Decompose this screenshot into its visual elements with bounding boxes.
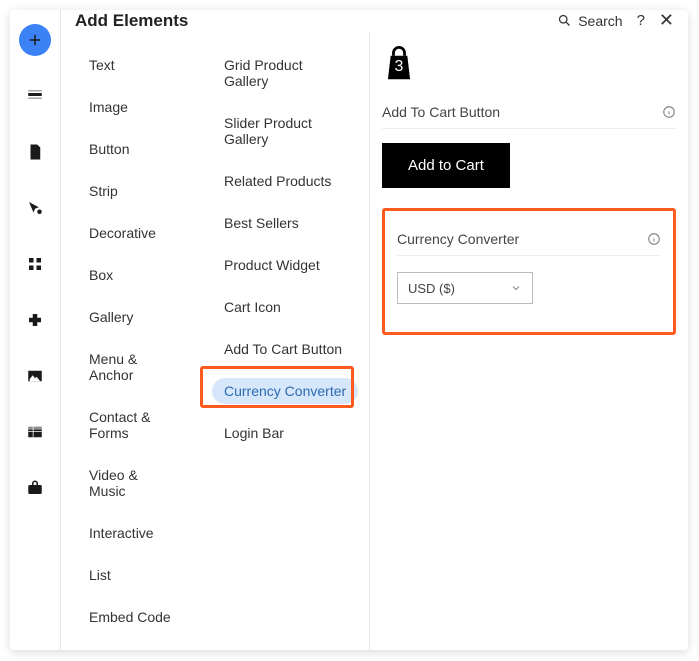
subitem-label: Cart Icon	[212, 294, 293, 320]
cc-preview-title: Currency Converter	[397, 231, 519, 247]
subitem-label: Currency Converter	[212, 378, 358, 404]
business-icon[interactable]	[19, 472, 51, 504]
category-label: Box	[77, 262, 125, 288]
subitem-label: Best Sellers	[212, 210, 311, 236]
category-label: Image	[77, 94, 140, 120]
subitem-login-bar[interactable]: Login Bar	[204, 412, 369, 454]
bag-count: 3	[382, 58, 416, 76]
subcategory-list: Grid Product Gallery Slider Product Galle…	[204, 32, 369, 650]
category-label: Interactive	[77, 520, 166, 546]
subitem-product-widget[interactable]: Product Widget	[204, 244, 369, 286]
add-button[interactable]	[19, 24, 51, 56]
preview-pane: 3 Add To Cart Button Add to Cart Currenc…	[369, 32, 688, 650]
close-button[interactable]: ✕	[659, 10, 674, 31]
media-icon[interactable]	[19, 360, 51, 392]
category-item-video-music[interactable]: Video & Music	[61, 454, 204, 512]
category-label: Button	[77, 136, 141, 162]
category-label: Contact & Forms	[77, 404, 188, 446]
search-label: Search	[578, 13, 622, 29]
subitem-label: Related Products	[212, 168, 343, 194]
info-icon[interactable]	[662, 105, 676, 119]
page-icon[interactable]	[19, 136, 51, 168]
subitem-slider-product-gallery[interactable]: Slider Product Gallery	[204, 102, 369, 160]
category-item-menu-anchor[interactable]: Menu & Anchor	[61, 338, 204, 396]
category-item-contact-forms[interactable]: Contact & Forms	[61, 396, 204, 454]
subitem-related-products[interactable]: Related Products	[204, 160, 369, 202]
currency-select[interactable]: USD ($)	[397, 272, 533, 304]
panel-title: Add Elements	[75, 11, 557, 31]
category-list: Text Image Button Strip Decorative Box Gallery…	[61, 32, 204, 650]
search-button[interactable]: Search	[557, 13, 622, 29]
subitem-best-sellers[interactable]: Best Sellers	[204, 202, 369, 244]
category-item-button[interactable]: Button	[61, 128, 204, 170]
data-icon[interactable]	[19, 416, 51, 448]
currency-converter-preview: Currency Converter USD ($)	[382, 208, 676, 335]
panel-header: Add Elements Search ? ✕	[61, 10, 688, 32]
subitem-grid-product-gallery[interactable]: Grid Product Gallery	[204, 44, 369, 102]
subitem-cart-icon[interactable]: Cart Icon	[204, 286, 369, 328]
subitem-label: Slider Product Gallery	[212, 110, 361, 152]
info-icon[interactable]	[647, 232, 661, 246]
sections-icon[interactable]	[19, 80, 51, 112]
category-label: Social	[77, 646, 139, 650]
category-label: Strip	[77, 178, 130, 204]
category-label: Gallery	[77, 304, 145, 330]
category-item-gallery[interactable]: Gallery	[61, 296, 204, 338]
subitem-currency-converter[interactable]: Currency Converter	[204, 370, 369, 412]
design-icon[interactable]	[19, 192, 51, 224]
currency-selected: USD ($)	[408, 281, 455, 296]
category-label: Embed Code	[77, 604, 183, 630]
category-item-box[interactable]: Box	[61, 254, 204, 296]
category-item-list[interactable]: List	[61, 554, 204, 596]
subitem-add-to-cart-button[interactable]: Add To Cart Button	[204, 328, 369, 370]
cart-preview-title: Add To Cart Button	[382, 104, 500, 120]
category-item-decorative[interactable]: Decorative	[61, 212, 204, 254]
shopping-bag-icon[interactable]: 3	[382, 46, 416, 82]
category-label: Menu & Anchor	[77, 346, 188, 388]
category-item-interactive[interactable]: Interactive	[61, 512, 204, 554]
category-label: Text	[77, 52, 127, 78]
add-elements-panel: Add Elements Search ? ✕ Text Image Button S…	[10, 10, 688, 650]
help-button[interactable]: ?	[637, 12, 645, 29]
category-item-image[interactable]: Image	[61, 86, 204, 128]
category-label: Decorative	[77, 220, 168, 246]
subitem-label: Login Bar	[212, 420, 296, 446]
subitem-label: Add To Cart Button	[212, 336, 354, 362]
chevron-down-icon	[510, 282, 522, 294]
subitem-label: Grid Product Gallery	[212, 52, 361, 94]
category-item-text[interactable]: Text	[61, 44, 204, 86]
category-item-strip[interactable]: Strip	[61, 170, 204, 212]
plugin-icon[interactable]	[19, 304, 51, 336]
apps-icon[interactable]	[19, 248, 51, 280]
add-to-cart-button[interactable]: Add to Cart	[382, 143, 510, 188]
category-label: Video & Music	[77, 462, 188, 504]
tool-rail	[10, 10, 60, 650]
cart-preview: 3 Add To Cart Button Add to Cart	[382, 46, 676, 188]
category-label: List	[77, 562, 123, 588]
category-item-social[interactable]: Social	[61, 638, 204, 650]
subitem-label: Product Widget	[212, 252, 332, 278]
category-item-embed-code[interactable]: Embed Code	[61, 596, 204, 638]
